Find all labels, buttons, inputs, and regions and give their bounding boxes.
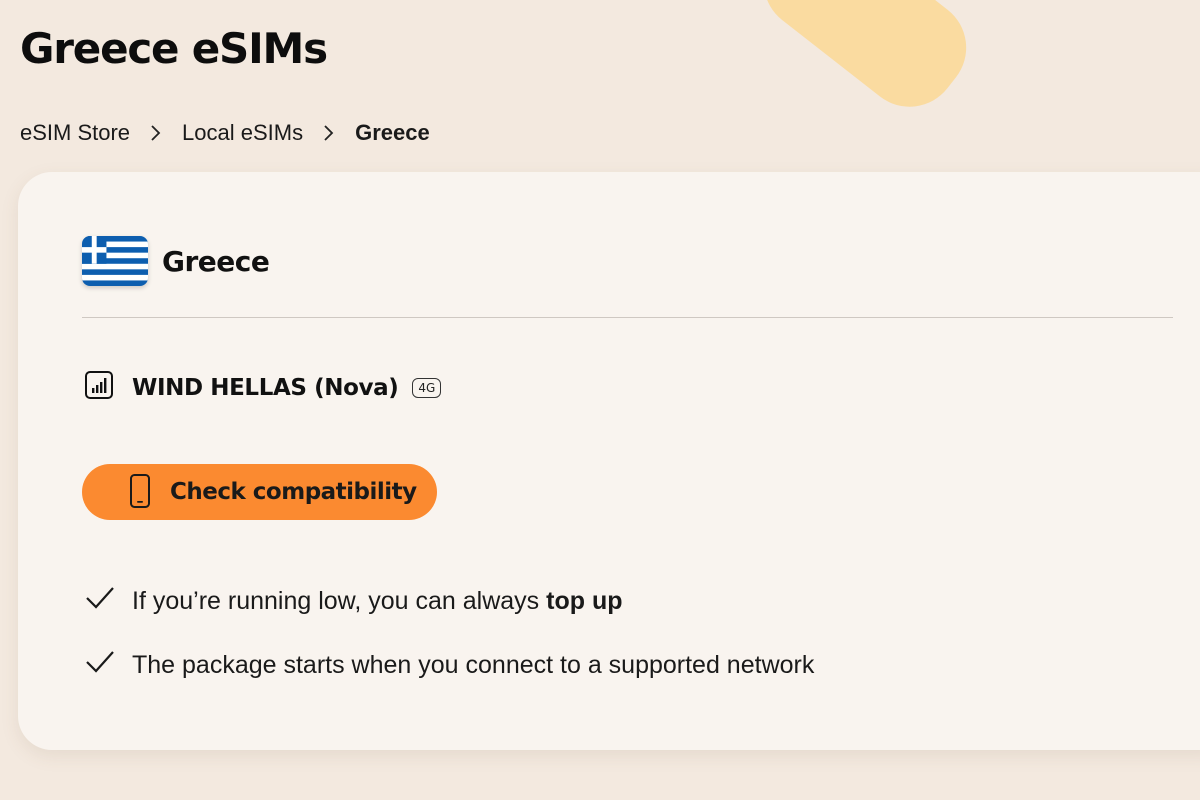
breadcrumb-greece: Greece bbox=[355, 120, 430, 145]
chevron-right-icon bbox=[130, 125, 182, 141]
page-title: Greece eSIMs bbox=[20, 24, 328, 73]
check-compatibility-label: Check compatibility bbox=[170, 479, 417, 505]
feature-text: The package starts when you connect to a… bbox=[132, 650, 815, 679]
breadcrumb: eSIM Store Local eSIMs Greece bbox=[20, 120, 430, 146]
network-operator: WIND HELLAS (Nova) bbox=[132, 374, 399, 401]
smartphone-icon bbox=[128, 473, 152, 512]
list-item: The package starts when you connect to a… bbox=[84, 648, 814, 682]
checkmark-icon bbox=[84, 584, 116, 619]
check-compatibility-button[interactable]: Check compatibility bbox=[82, 464, 437, 520]
checkmark-icon bbox=[84, 648, 116, 683]
signal-bars-icon bbox=[84, 370, 114, 405]
divider bbox=[82, 317, 1173, 318]
breadcrumb-esim-store[interactable]: eSIM Store bbox=[20, 120, 130, 146]
greece-flag-icon bbox=[82, 236, 148, 286]
country-header: Greece bbox=[82, 236, 270, 286]
country-name: Greece bbox=[162, 244, 270, 278]
page: Greece eSIMs eSIM Store Local eSIMs Gree… bbox=[0, 0, 1200, 800]
breadcrumb-local-esims[interactable]: Local eSIMs bbox=[182, 120, 303, 146]
chevron-right-icon bbox=[303, 125, 355, 141]
network-info: WIND HELLAS (Nova) 4G bbox=[84, 370, 442, 405]
feature-list: If you’re running low, you can always to… bbox=[84, 584, 814, 712]
feature-text: If you’re running low, you can always to… bbox=[132, 586, 623, 615]
list-item: If you’re running low, you can always to… bbox=[84, 584, 814, 618]
decorative-shape bbox=[744, 0, 986, 127]
top-up-link[interactable]: top up bbox=[546, 587, 622, 615]
esim-card: Greece WIND HELLAS (Nova) 4G Check compa… bbox=[18, 172, 1200, 750]
network-technology-badge: 4G bbox=[412, 377, 442, 398]
